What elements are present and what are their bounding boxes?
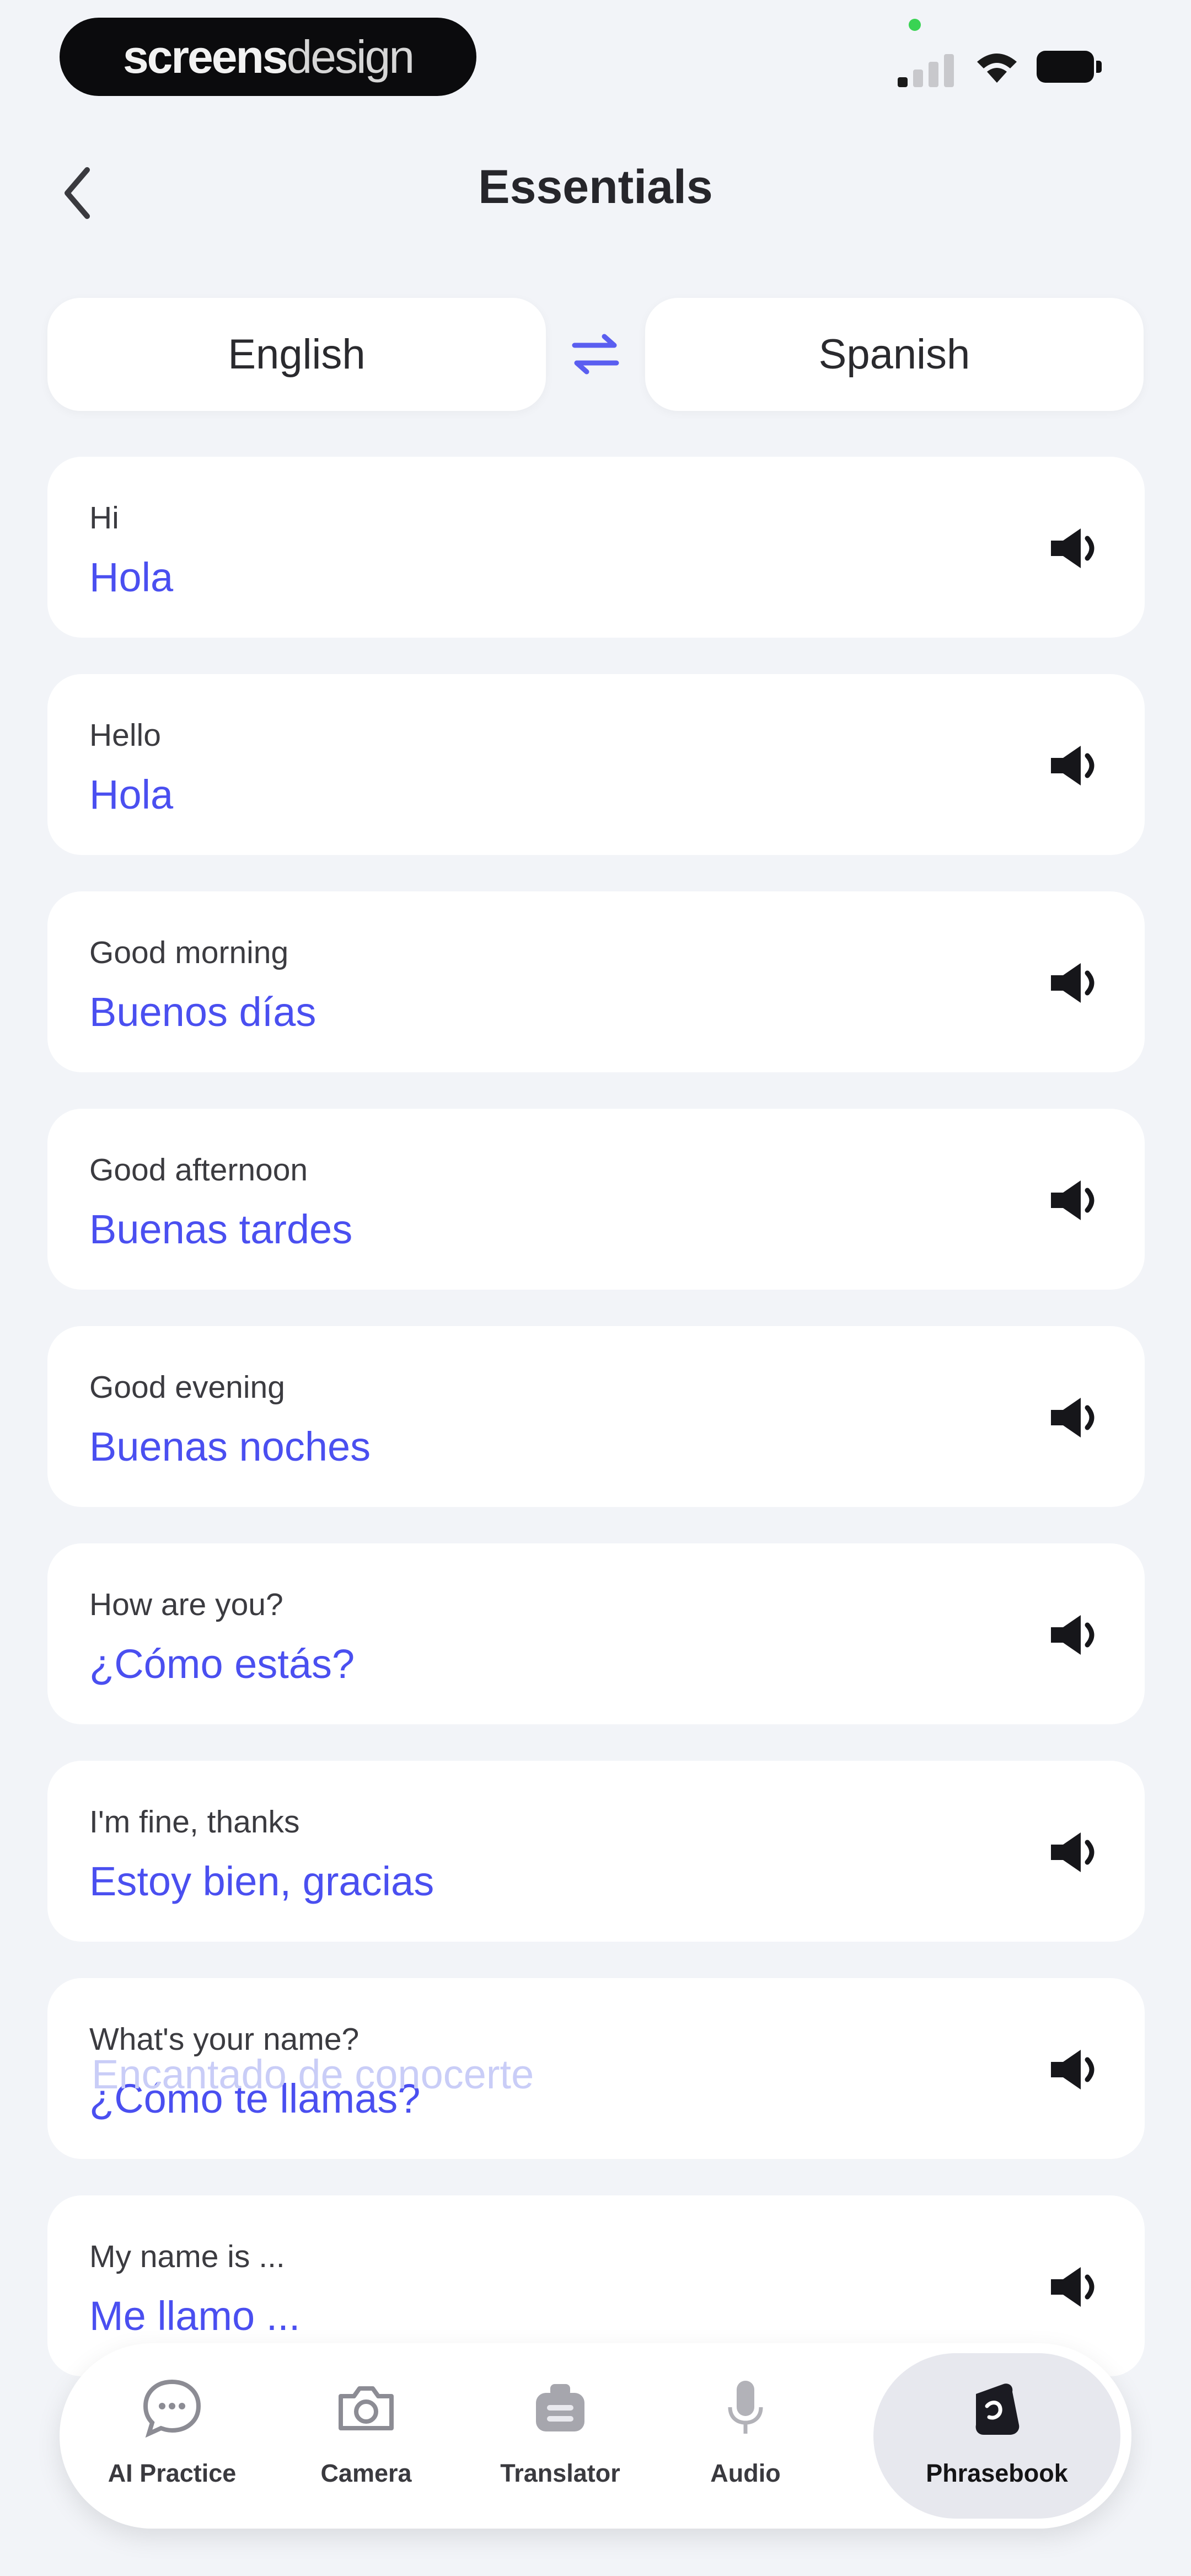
phrase-translation-text: ¿Cómo estás? — [89, 1641, 355, 1687]
nav-item-ai-practice[interactable]: AI Practice — [73, 2343, 271, 2529]
phrase-source-text: I'm fine, thanks — [89, 1804, 300, 1840]
swap-languages-button[interactable] — [562, 327, 629, 382]
wifi-icon — [977, 54, 1017, 83]
chat-bubble-icon — [143, 2379, 201, 2438]
phrase-card[interactable]: Hi Hola — [47, 457, 1145, 638]
speaker-icon[interactable] — [1047, 1396, 1102, 1440]
nav-label: Translator — [500, 2459, 620, 2487]
phrase-card[interactable]: Good evening Buenas noches — [47, 1326, 1145, 1507]
nav-item-audio[interactable]: Audio — [646, 2343, 845, 2529]
nav-label: Camera — [320, 2459, 412, 2487]
phrase-card[interactable]: Good afternoon Buenas tardes — [47, 1109, 1145, 1290]
phrase-source-text: Hello — [89, 718, 161, 753]
speaker-icon[interactable] — [1047, 1178, 1102, 1222]
target-language-button[interactable]: Spanish — [645, 298, 1144, 411]
nav-label: Phrasebook — [926, 2459, 1068, 2487]
microphone-icon — [728, 2381, 763, 2434]
battery-icon — [1037, 51, 1102, 83]
page-title: Essentials — [478, 161, 713, 213]
phrase-source-text: Good morning — [89, 935, 289, 970]
speaker-icon[interactable] — [1047, 1613, 1102, 1657]
phrase-card[interactable]: I'm fine, thanks Estoy bien, gracias — [47, 1761, 1145, 1942]
nav-item-translator[interactable]: Translator — [461, 2343, 659, 2529]
brand-logo: screens design — [60, 18, 476, 96]
phrase-card[interactable]: Hello Hola — [47, 674, 1145, 855]
partial-phrase-text: Encantado de conocerte — [92, 2051, 534, 2097]
speaker-icon[interactable] — [1047, 2048, 1102, 2092]
speaker-icon[interactable] — [1047, 744, 1102, 788]
phrase-source-text: Good afternoon — [89, 1152, 308, 1188]
bottom-navigation: AI Practice Camera Translator Audio Phra… — [60, 2343, 1131, 2529]
nav-label: Audio — [710, 2459, 781, 2487]
speaker-icon[interactable] — [1047, 961, 1102, 1005]
camera-icon — [339, 2386, 394, 2430]
nav-item-camera[interactable]: Camera — [267, 2343, 465, 2529]
nav-item-phrasebook[interactable]: Phrasebook — [873, 2353, 1120, 2519]
swap-arrows-icon — [572, 334, 619, 375]
phrasebook-icon — [975, 2383, 1020, 2435]
phrase-source-text: Good evening — [89, 1370, 285, 1405]
phrase-source-text: Hi — [89, 500, 119, 536]
phrase-translation-text: Estoy bien, gracias — [89, 1858, 434, 1904]
phrase-translation-text: Buenas noches — [89, 1424, 371, 1469]
source-language-button[interactable]: English — [47, 298, 546, 411]
phrase-translation-text: Buenas tardes — [89, 1206, 353, 1252]
translator-icon — [536, 2384, 584, 2431]
speaker-icon[interactable] — [1047, 2265, 1102, 2309]
camera-indicator-dot — [909, 19, 921, 31]
phrase-list[interactable]: Hi Hola Hello Hola Good morning Buenos d… — [0, 457, 1191, 2576]
phrase-source-text: My name is ... — [89, 2239, 285, 2274]
phrase-source-text: How are you? — [89, 1587, 283, 1622]
source-language-label: English — [228, 331, 366, 378]
nav-label: AI Practice — [108, 2459, 237, 2487]
cellular-signal-icon — [898, 49, 958, 87]
phrase-translation-text: Buenos días — [89, 989, 316, 1035]
status-bar: screens design — [0, 0, 1191, 121]
phrase-translation-text: Hola — [89, 554, 174, 600]
phrase-translation-text: Me llamo ... — [89, 2293, 301, 2339]
target-language-label: Spanish — [818, 331, 970, 378]
speaker-icon[interactable] — [1047, 1830, 1102, 1874]
phrase-card[interactable]: How are you? ¿Cómo estás? — [47, 1543, 1145, 1724]
speaker-icon[interactable] — [1047, 526, 1102, 570]
phrase-card[interactable]: Good morning Buenos días — [47, 891, 1145, 1072]
phrase-translation-text: Hola — [89, 772, 174, 817]
